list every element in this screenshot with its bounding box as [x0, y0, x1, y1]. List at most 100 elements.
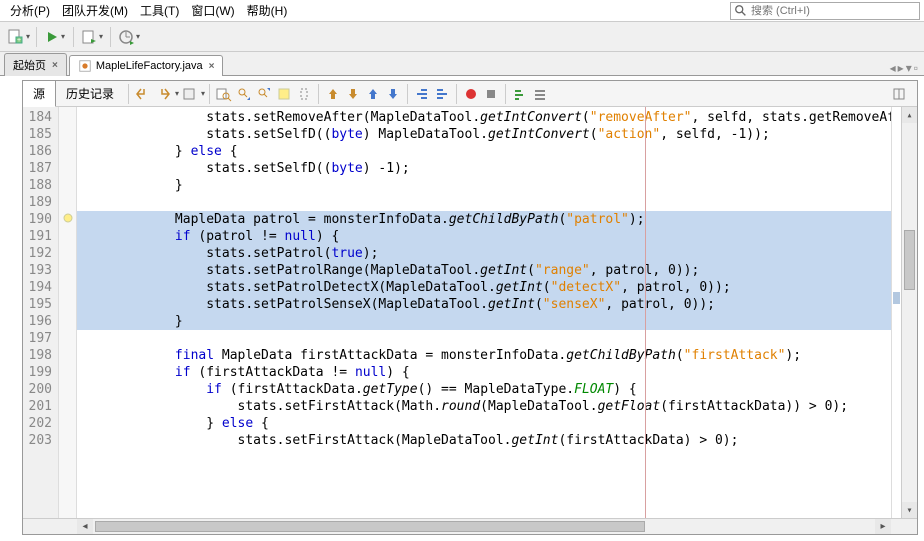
find-prev-button[interactable]	[234, 84, 254, 104]
line-number[interactable]: 194	[23, 279, 58, 296]
horizontal-scrollbar[interactable]: ◂ ▸	[23, 518, 917, 534]
scroll-thumb[interactable]	[95, 521, 645, 532]
profile-button[interactable]: ▾	[117, 25, 141, 49]
split-editor-button[interactable]	[889, 84, 909, 104]
menu-tools[interactable]: 工具(T)	[134, 0, 185, 21]
code-line[interactable]: stats.setFirstAttack(Math.round(MapleDat…	[77, 398, 891, 415]
uncomment-button[interactable]	[530, 84, 550, 104]
code-line[interactable]: final MapleData firstAttackData = monste…	[77, 347, 891, 364]
line-number[interactable]: 203	[23, 432, 58, 449]
next-error-button[interactable]	[383, 84, 403, 104]
glyph-margin[interactable]	[59, 107, 77, 518]
code-line[interactable]: stats.setPatrolRange(MapleDataTool.getIn…	[77, 262, 891, 279]
prev-bookmark-button[interactable]	[323, 84, 343, 104]
tab-list-icon[interactable]: ▾	[906, 61, 912, 75]
menu-analysis[interactable]: 分析(P)	[4, 0, 56, 21]
line-number[interactable]: 195	[23, 296, 58, 313]
scroll-track[interactable]	[93, 519, 875, 534]
line-number[interactable]: 192	[23, 245, 58, 262]
code-editor[interactable]: 1841851861871881891901911921931941951961…	[23, 107, 917, 518]
shift-left-button[interactable]	[412, 84, 432, 104]
line-number[interactable]: 201	[23, 398, 58, 415]
tab-java-file[interactable]: MapleLifeFactory.java ×	[69, 55, 224, 76]
debug-button[interactable]: ▾	[80, 25, 104, 49]
highlight-button[interactable]	[274, 84, 294, 104]
line-number[interactable]: 191	[23, 228, 58, 245]
line-number[interactable]: 185	[23, 126, 58, 143]
start-macro-button[interactable]	[461, 84, 481, 104]
code-line[interactable]: if (firstAttackData.getType() == MapleDa…	[77, 381, 891, 398]
code-line[interactable]: stats.setSelfD((byte) MapleDataTool.getI…	[77, 126, 891, 143]
code-line[interactable]: stats.setPatrol(true);	[77, 245, 891, 262]
code-line[interactable]	[77, 330, 891, 347]
line-number[interactable]: 199	[23, 364, 58, 381]
shift-right-button[interactable]	[432, 84, 452, 104]
java-file-icon	[78, 59, 92, 73]
scroll-thumb[interactable]	[904, 230, 915, 290]
scroll-right-icon[interactable]: ▸	[875, 519, 891, 534]
code-content[interactable]: stats.setRemoveAfter(MapleDataTool.getIn…	[77, 107, 891, 518]
comment-button[interactable]	[510, 84, 530, 104]
code-line[interactable]: stats.setRemoveAfter(MapleDataTool.getIn…	[77, 109, 891, 126]
editor-tabs-row: 起始页 × MapleLifeFactory.java × ◂ ▸ ▾ ▫	[0, 52, 924, 76]
next-bookmark-button[interactable]	[343, 84, 363, 104]
scroll-right-icon[interactable]: ▸	[898, 61, 904, 75]
maximize-icon[interactable]: ▫	[914, 61, 918, 75]
menu-team[interactable]: 团队开发(M)	[56, 0, 134, 21]
code-line[interactable]: stats.setPatrolDetectX(MapleDataTool.get…	[77, 279, 891, 296]
history-tab[interactable]: 历史记录	[56, 81, 124, 106]
code-line[interactable]: MapleData patrol = monsterInfoData.getCh…	[77, 211, 891, 228]
toolbar-button[interactable]	[179, 84, 199, 104]
find-selection-button[interactable]	[214, 84, 234, 104]
run-button[interactable]: ▾	[43, 25, 67, 49]
overview-ruler[interactable]	[891, 107, 901, 518]
code-line[interactable]: } else {	[77, 415, 891, 432]
line-number[interactable]: 193	[23, 262, 58, 279]
code-line[interactable]: if (firstAttackData != null) {	[77, 364, 891, 381]
line-number[interactable]: 190	[23, 211, 58, 228]
find-next-button[interactable]	[254, 84, 274, 104]
nav-forward-button[interactable]	[153, 84, 173, 104]
hint-icon[interactable]	[62, 212, 74, 224]
menu-window[interactable]: 窗口(W)	[185, 0, 240, 21]
line-number[interactable]: 197	[23, 330, 58, 347]
stop-macro-button[interactable]	[481, 84, 501, 104]
code-line[interactable]: stats.setSelfD((byte) -1);	[77, 160, 891, 177]
tabs-right-controls: ◂ ▸ ▾ ▫	[890, 61, 924, 75]
scroll-left-icon[interactable]: ◂	[77, 519, 93, 534]
nav-back-button[interactable]	[133, 84, 153, 104]
close-icon[interactable]: ×	[209, 61, 215, 72]
tab-label: 起始页	[13, 57, 46, 73]
line-number-gutter[interactable]: 1841851861871881891901911921931941951961…	[23, 107, 59, 518]
vertical-scrollbar[interactable]: ▴ ▾	[901, 107, 917, 518]
dropdown-arrow-icon[interactable]: ▾	[201, 89, 205, 98]
code-line[interactable]: if (patrol != null) {	[77, 228, 891, 245]
code-line[interactable]	[77, 194, 891, 211]
line-number[interactable]: 202	[23, 415, 58, 432]
bookmark-button[interactable]	[294, 84, 314, 104]
prev-error-button[interactable]	[363, 84, 383, 104]
line-number[interactable]: 184	[23, 109, 58, 126]
line-number[interactable]: 189	[23, 194, 58, 211]
search-input[interactable]	[751, 5, 919, 17]
menu-help[interactable]: 帮助(H)	[241, 0, 294, 21]
code-line[interactable]: }	[77, 313, 891, 330]
source-tab[interactable]: 源	[23, 81, 56, 107]
line-number[interactable]: 200	[23, 381, 58, 398]
search-box[interactable]	[730, 2, 920, 20]
scroll-down-icon[interactable]: ▾	[902, 502, 917, 518]
line-number[interactable]: 188	[23, 177, 58, 194]
scroll-left-icon[interactable]: ◂	[890, 61, 896, 75]
line-number[interactable]: 186	[23, 143, 58, 160]
line-number[interactable]: 196	[23, 313, 58, 330]
code-line[interactable]: stats.setPatrolSenseX(MapleDataTool.getI…	[77, 296, 891, 313]
line-number[interactable]: 198	[23, 347, 58, 364]
code-line[interactable]: } else {	[77, 143, 891, 160]
close-icon[interactable]: ×	[52, 60, 58, 71]
new-file-button[interactable]: +▾	[6, 25, 30, 49]
code-line[interactable]: }	[77, 177, 891, 194]
scroll-up-icon[interactable]: ▴	[902, 107, 917, 123]
line-number[interactable]: 187	[23, 160, 58, 177]
code-line[interactable]: stats.setFirstAttack(MapleDataTool.getIn…	[77, 432, 891, 449]
tab-start-page[interactable]: 起始页 ×	[4, 53, 67, 76]
